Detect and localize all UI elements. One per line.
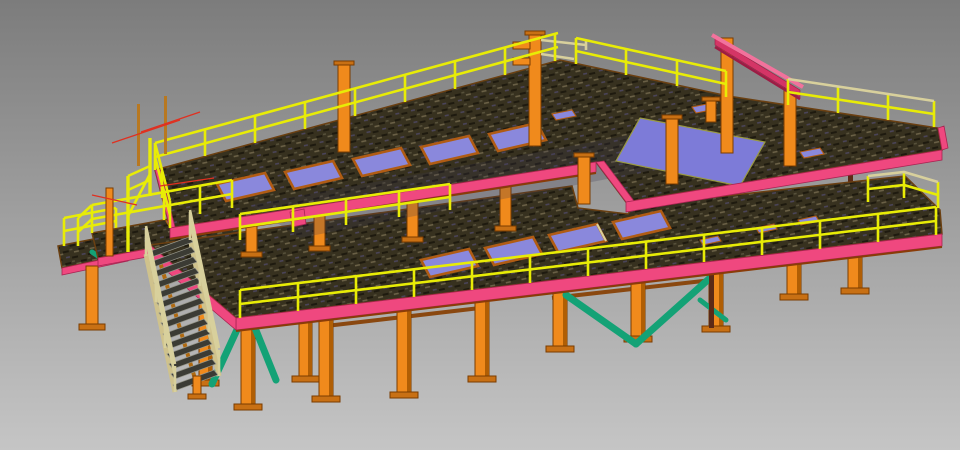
cad-viewport[interactable]: 3D structural steel model viewport Isome…: [0, 0, 960, 450]
model-canvas[interactable]: 3D structural steel model viewport Isome…: [0, 0, 960, 450]
monorail-post[interactable]: [784, 88, 796, 166]
stair-base-post[interactable]: [193, 376, 201, 396]
